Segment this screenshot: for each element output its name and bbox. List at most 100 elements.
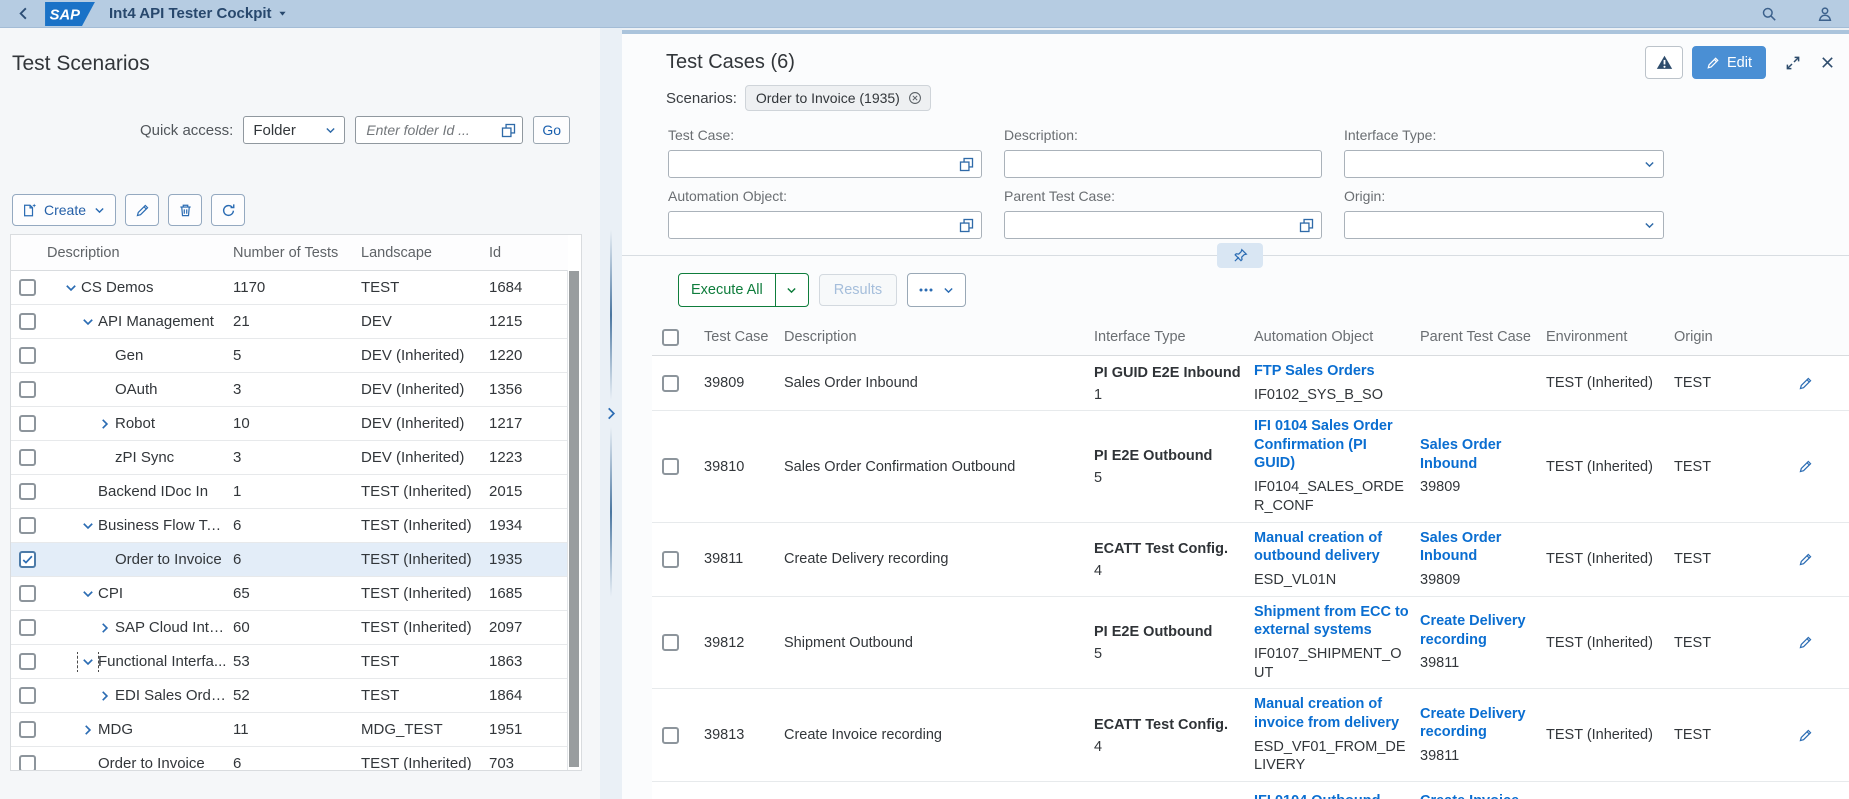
execute-all-action[interactable]: Execute All xyxy=(679,274,775,306)
filter-input[interactable] xyxy=(676,155,959,174)
row-checkbox[interactable] xyxy=(19,449,36,466)
tree-row[interactable]: zPI Sync3DEV (Inherited)1223 xyxy=(11,441,568,475)
row-checkbox[interactable] xyxy=(662,375,679,392)
tree-row[interactable]: MDG11MDG_TEST1951 xyxy=(11,713,568,747)
tree-row[interactable]: CPI65TEST (Inherited)1685 xyxy=(11,577,568,611)
chevron-right-icon[interactable] xyxy=(78,720,98,740)
chevron-right-icon[interactable] xyxy=(95,618,115,638)
automation-object-link[interactable]: IFI 0104 Sales Order Confirmation (PI GU… xyxy=(1254,417,1410,473)
filter-input[interactable] xyxy=(676,216,959,235)
row-checkbox[interactable] xyxy=(19,721,36,738)
row-checkbox[interactable] xyxy=(19,687,36,704)
tree-row[interactable]: CS Demos1170TEST1684 xyxy=(11,271,568,305)
back-icon[interactable] xyxy=(16,6,31,21)
create-button[interactable]: Create xyxy=(12,194,116,226)
filter-input[interactable] xyxy=(1352,155,1643,174)
expand-panel-chevron-icon[interactable] xyxy=(604,406,619,421)
warning-button[interactable] xyxy=(1645,46,1683,79)
delete-scenario-button[interactable] xyxy=(168,194,202,226)
row-checkbox[interactable] xyxy=(19,755,36,771)
search-icon[interactable] xyxy=(1761,6,1777,22)
parent-test-case-link[interactable]: Create Delivery recording xyxy=(1420,612,1536,649)
chevron-down-icon[interactable] xyxy=(78,312,98,332)
test-case-row[interactable]: 39811Create Delivery recordingECATT Test… xyxy=(652,523,1849,597)
refresh-button[interactable] xyxy=(211,194,245,226)
go-button[interactable]: Go xyxy=(533,116,570,144)
tree-row[interactable]: Backend IDoc In1TEST (Inherited)2015 xyxy=(11,475,568,509)
chevron-right-icon[interactable] xyxy=(95,686,115,706)
execute-all-menu-arrow[interactable] xyxy=(775,274,808,306)
tree-row[interactable]: Robot10DEV (Inherited)1217 xyxy=(11,407,568,441)
scenario-token[interactable]: Order to Invoice (1935) xyxy=(745,85,931,111)
tree-row[interactable]: Order to Invoice6TEST (Inherited)703 xyxy=(11,747,568,771)
folder-id-input[interactable] xyxy=(364,121,501,139)
tree-row[interactable]: Gen5DEV (Inherited)1220 xyxy=(11,339,568,373)
row-checkbox[interactable] xyxy=(19,653,36,670)
edit-button[interactable]: Edit xyxy=(1692,46,1766,79)
parent-test-case-link[interactable]: Create Delivery recording xyxy=(1420,705,1536,742)
tree-row[interactable]: API Management21DEV1215 xyxy=(11,305,568,339)
overflow-menu-button[interactable] xyxy=(907,273,966,307)
test-case-row[interactable]: 39809Sales Order InboundPI GUID E2E Inbo… xyxy=(652,356,1849,411)
tree-row[interactable]: Business Flow Tes...6TEST (Inherited)193… xyxy=(11,509,568,543)
row-checkbox[interactable] xyxy=(19,347,36,364)
row-checkbox[interactable] xyxy=(19,279,36,296)
parent-test-case-link[interactable]: Sales Order Inbound xyxy=(1420,529,1536,566)
token-decline-icon[interactable] xyxy=(908,91,922,105)
automation-object-link[interactable]: FTP Sales Orders xyxy=(1254,362,1410,381)
select-all-checkbox[interactable] xyxy=(662,329,679,346)
edit-scenario-button[interactable] xyxy=(125,194,159,226)
test-case-row[interactable]: 39810Sales Order Confirmation OutboundPI… xyxy=(652,411,1849,522)
row-checkbox[interactable] xyxy=(19,619,36,636)
automation-object-link[interactable]: IFI 0104 Outbound Invoice (PI GUID) xyxy=(1254,792,1410,799)
tree-row[interactable]: EDI Sales Orders52TEST1864 xyxy=(11,679,568,713)
chevron-down-icon[interactable] xyxy=(78,516,98,536)
scrollbar-thumb[interactable] xyxy=(569,271,579,767)
row-checkbox[interactable] xyxy=(662,458,679,475)
tree-row[interactable]: SAP Cloud Inte...60TEST (Inherited)2097 xyxy=(11,611,568,645)
chevron-down-icon[interactable] xyxy=(78,584,98,604)
panel-splitter[interactable] xyxy=(600,28,622,799)
automation-object-link[interactable]: Manual creation of outbound delivery xyxy=(1254,529,1410,566)
filter-input[interactable] xyxy=(1012,216,1299,235)
pin-filter-bar-button[interactable] xyxy=(1217,243,1263,268)
close-icon[interactable] xyxy=(1820,55,1835,70)
chevron-down-icon[interactable] xyxy=(61,278,81,298)
tree-row[interactable]: Order to Invoice6TEST (Inherited)1935 xyxy=(11,543,568,577)
row-checkbox[interactable] xyxy=(19,313,36,330)
user-profile-icon[interactable] xyxy=(1817,6,1833,22)
edit-row-button[interactable] xyxy=(1782,370,1838,397)
tree-row[interactable]: Functional Interfa...53TEST1863 xyxy=(11,645,568,679)
chevron-right-icon[interactable] xyxy=(95,414,115,434)
value-help-icon[interactable] xyxy=(501,123,516,138)
row-checkbox[interactable] xyxy=(19,585,36,602)
parent-test-case-link[interactable]: Create Invoice recording xyxy=(1420,792,1536,799)
tree-row[interactable]: OAuth3DEV (Inherited)1356 xyxy=(11,373,568,407)
edit-row-button[interactable] xyxy=(1782,722,1838,749)
row-checkbox[interactable] xyxy=(19,517,36,534)
results-button[interactable]: Results xyxy=(819,274,897,306)
row-checkbox[interactable] xyxy=(19,381,36,398)
scenario-table-scrollbar[interactable] xyxy=(567,270,581,770)
automation-object-link[interactable]: Shipment from ECC to external systems xyxy=(1254,603,1410,640)
quick-access-type-select[interactable]: Folder xyxy=(243,116,345,144)
row-checkbox[interactable] xyxy=(19,483,36,500)
filter-input[interactable] xyxy=(1012,155,1314,174)
row-checkbox[interactable] xyxy=(662,727,679,744)
row-checkbox[interactable] xyxy=(662,634,679,651)
filter-input[interactable] xyxy=(1352,216,1643,235)
row-checkbox[interactable] xyxy=(19,551,36,568)
edit-row-button[interactable] xyxy=(1782,629,1838,656)
row-checkbox[interactable] xyxy=(19,415,36,432)
test-case-row[interactable]: 39813Create Invoice recordingECATT Test … xyxy=(652,689,1849,782)
test-case-row[interactable]: 39812Shipment OutboundPI E2E Outbound5Sh… xyxy=(652,597,1849,690)
parent-test-case-link[interactable]: Sales Order Inbound xyxy=(1420,436,1536,473)
row-checkbox[interactable] xyxy=(662,551,679,568)
test-case-row[interactable]: 39814Invoice OutboundPI E2E Outbound5IFI… xyxy=(652,782,1849,799)
edit-row-button[interactable] xyxy=(1782,453,1838,480)
fullscreen-expand-icon[interactable] xyxy=(1785,55,1801,71)
automation-object-link[interactable]: Manual creation of invoice from delivery xyxy=(1254,695,1410,732)
edit-row-button[interactable] xyxy=(1782,546,1838,573)
chevron-down-icon[interactable] xyxy=(78,652,98,672)
app-title[interactable]: Int4 API Tester Cockpit xyxy=(109,5,288,22)
